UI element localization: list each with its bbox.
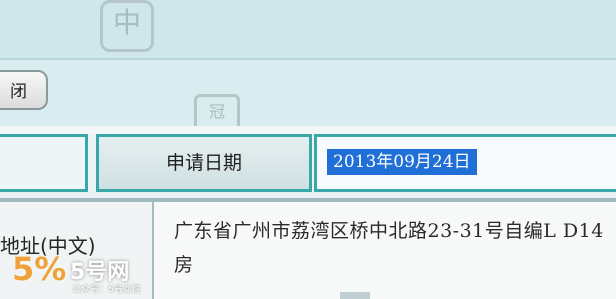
top-band	[0, 0, 616, 60]
faded-chinese-icon: 中	[100, 0, 154, 52]
close-button[interactable]: 闭	[0, 70, 48, 110]
watermark: 5% 5号网 公众号：5号女性	[4, 246, 154, 296]
form-cell-empty	[0, 134, 88, 192]
watermark-logo-icon: 5%	[12, 250, 67, 288]
address-cn-value: 广东省广州市荔湾区桥中北路23-31号自编L D14房	[174, 220, 604, 276]
apply-date-value[interactable]: 2013年09月24日	[327, 149, 477, 175]
watermark-subtitle: 公众号：5号女性	[72, 285, 141, 295]
faded-mark-bottom	[340, 292, 370, 299]
apply-date-label: 申请日期	[96, 134, 312, 192]
address-value-cell[interactable]: 广东省广州市荔湾区桥中北路23-31号自编L D14房	[154, 202, 616, 299]
apply-date-field[interactable]: 2013年09月24日	[314, 134, 616, 192]
